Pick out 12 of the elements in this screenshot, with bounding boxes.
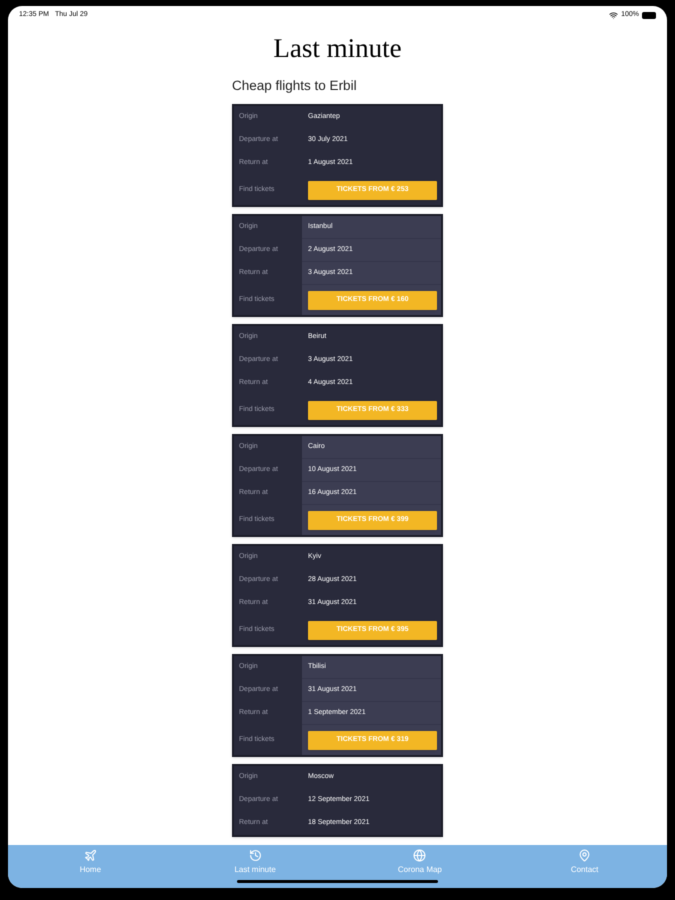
battery-icon: [642, 12, 656, 18]
tab[interactable]: Corona Map: [374, 849, 465, 876]
tab[interactable]: Last minute: [210, 849, 300, 876]
globe-icon: [413, 849, 426, 862]
plane-icon: [84, 849, 97, 862]
tab[interactable]: Contact: [540, 849, 630, 876]
page-title: Last minute: [273, 32, 402, 65]
tab[interactable]: Home: [45, 849, 136, 876]
map-pin-icon: [578, 849, 592, 862]
page-subtitle: Cheap flights to Erbil: [232, 78, 357, 93]
wifi-icon: [609, 10, 618, 20]
history-icon: [248, 849, 262, 862]
